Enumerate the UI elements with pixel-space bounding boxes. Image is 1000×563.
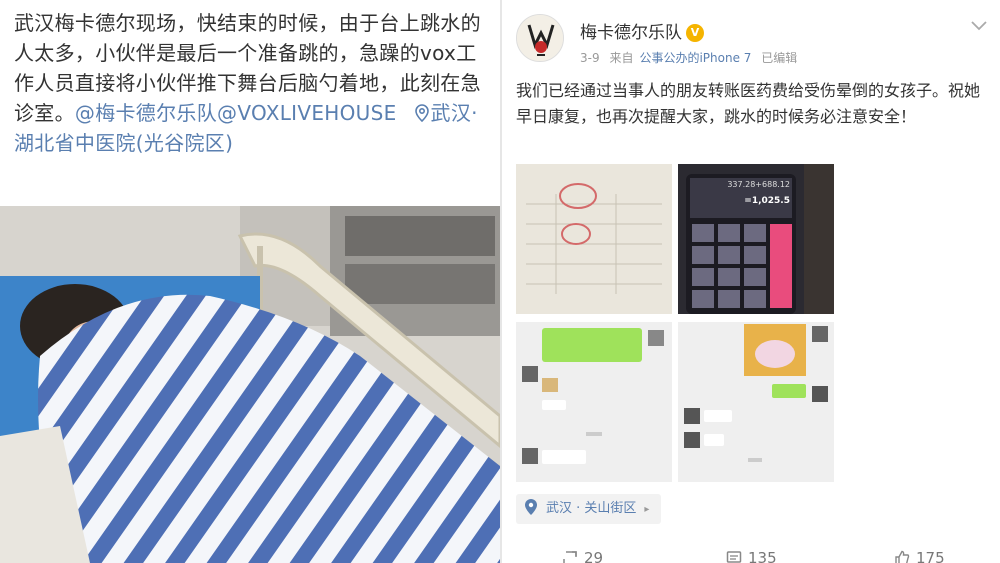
calc-expression: 337.28+688.12 [727,180,790,189]
chevron-down-icon[interactable] [970,20,988,32]
chat-screenshot-1[interactable] [516,322,672,482]
location-pin-icon [525,499,537,515]
left-screenshot: 武汉梅卡德尔现场，快结束的时候，由于台上跳水的人太多，小伙伴是最后一个准备跳的，… [0,0,500,563]
source-prefix: 来自 [609,51,634,65]
mention-vox[interactable]: @VOXLIVEHOUSE [217,101,397,125]
calc-result: =1,025.5 [744,196,790,206]
repost-icon [563,551,577,563]
post-meta: 3-9 来自 公事公办的iPhone 7 已编辑 [580,49,803,66]
author-row: 梅卡德尔乐队 V [580,18,704,43]
like-icon [895,550,910,563]
repost-button[interactable]: 29 [562,549,603,563]
vip-badge-icon: V [686,24,704,42]
post-location-text: 武汉 · 关山街区 [546,501,637,516]
calculator-image[interactable]: 337.28+688.12 =1,025.5 [678,164,834,314]
source-device[interactable]: 公事公办的iPhone 7 [639,51,751,65]
post-date: 3-9 [580,51,600,65]
chevron-right-icon: ▸ [644,504,650,515]
comment-button[interactable]: 135 [726,549,777,563]
chat-screenshot-2[interactable] [678,322,834,482]
repost-count: 29 [584,549,604,563]
mention-band[interactable]: @梅卡德尔乐队 [75,101,217,125]
edited-label: 已编辑 [761,51,798,65]
comment-count: 135 [748,549,777,563]
like-button[interactable]: 175 [894,549,945,563]
author-name[interactable]: 梅卡德尔乐队 [580,23,682,43]
receipt-image[interactable] [516,164,672,314]
right-screenshot: 梅卡德尔乐队 V 3-9 来自 公事公办的iPhone 7 已编辑 我们已经通过当事… [500,0,1000,563]
left-post-text: 武汉梅卡德尔现场，快结束的时候，由于台上跳水的人太多，小伙伴是最后一个准备跳的，… [14,8,494,158]
location-pin-icon [414,104,429,122]
avatar[interactable] [516,14,564,62]
like-count: 175 [916,549,945,563]
post-location[interactable]: 武汉 · 关山街区 ▸ [516,494,662,524]
comment-icon [726,551,742,563]
action-bar: 29 135 175 [502,545,1000,563]
hospital-photo[interactable] [0,206,500,563]
post-body: 我们已经通过当事人的朋友转账医药费给受伤晕倒的女孩子。祝她早日康复，也再次提醒大… [516,81,981,126]
